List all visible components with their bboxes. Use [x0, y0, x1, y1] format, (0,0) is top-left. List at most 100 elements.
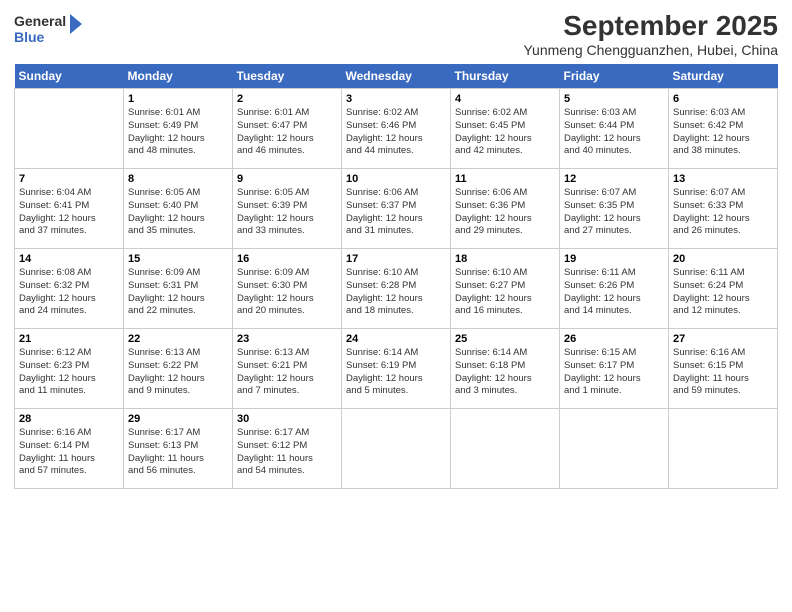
calendar-cell: 21 Sunrise: 6:12 AM Sunset: 6:23 PM Dayli…: [15, 329, 124, 409]
day-info: Sunrise: 6:13 AM Sunset: 6:21 PM Dayligh…: [237, 347, 337, 398]
calendar-cell: [560, 409, 669, 489]
calendar-cell: 16 Sunrise: 6:09 AM Sunset: 6:30 PM Dayli…: [233, 249, 342, 329]
calendar-cell: 13 Sunrise: 6:07 AM Sunset: 6:33 PM Dayli…: [669, 169, 778, 249]
weekday-header: Saturday: [669, 64, 778, 89]
calendar-cell: 28 Sunrise: 6:16 AM Sunset: 6:14 PM Dayli…: [15, 409, 124, 489]
day-number: 26: [564, 333, 664, 345]
calendar-cell: 30 Sunrise: 6:17 AM Sunset: 6:12 PM Dayli…: [233, 409, 342, 489]
weekday-header-row: SundayMondayTuesdayWednesdayThursdayFrid…: [15, 64, 778, 89]
day-number: 2: [237, 93, 337, 105]
day-info: Sunrise: 6:11 AM Sunset: 6:26 PM Dayligh…: [564, 267, 664, 318]
day-info: Sunrise: 6:02 AM Sunset: 6:46 PM Dayligh…: [346, 107, 446, 158]
weekday-header: Wednesday: [342, 64, 451, 89]
calendar-cell: 1 Sunrise: 6:01 AM Sunset: 6:49 PM Daylig…: [124, 89, 233, 169]
calendar-cell: 15Sunrise: 6:09 AM Sunset: 6:31 PM Dayli…: [124, 249, 233, 329]
day-info: Sunrise: 6:07 AM Sunset: 6:33 PM Dayligh…: [673, 187, 773, 238]
calendar-table: SundayMondayTuesdayWednesdayThursdayFrid…: [14, 64, 778, 489]
day-number: 22: [128, 333, 228, 345]
calendar-cell: 3 Sunrise: 6:02 AM Sunset: 6:46 PM Daylig…: [342, 89, 451, 169]
calendar-cell: 14 Sunrise: 6:08 AM Sunset: 6:32 PM Dayli…: [15, 249, 124, 329]
calendar-cell: 19 Sunrise: 6:11 AM Sunset: 6:26 PM Dayli…: [560, 249, 669, 329]
day-number: 17: [346, 253, 446, 265]
day-info: Sunrise: 6:05 AM Sunset: 6:39 PM Dayligh…: [237, 187, 337, 238]
page-title: September 2025: [523, 10, 778, 42]
page-subtitle: Yunmeng Chengguanzhen, Hubei, China: [523, 42, 778, 58]
day-info: Sunrise: 6:17 AM Sunset: 6:12 PM Dayligh…: [237, 427, 337, 478]
day-info: Sunrise: 6:12 AM Sunset: 6:23 PM Dayligh…: [19, 347, 119, 398]
day-info: Sunrise: 6:07 AM Sunset: 6:35 PM Dayligh…: [564, 187, 664, 238]
logo-svg: General Blue: [14, 10, 84, 48]
calendar-cell: 24 Sunrise: 6:14 AM Sunset: 6:19 PM Dayli…: [342, 329, 451, 409]
calendar-cell: 2Sunrise: 6:01 AM Sunset: 6:47 PM Daylig…: [233, 89, 342, 169]
day-number: 19: [564, 253, 664, 265]
day-info: Sunrise: 6:14 AM Sunset: 6:19 PM Dayligh…: [346, 347, 446, 398]
day-number: 24: [346, 333, 446, 345]
day-number: 5: [564, 93, 664, 105]
day-number: 8: [128, 173, 228, 185]
svg-text:General: General: [14, 13, 66, 29]
calendar-cell: 26 Sunrise: 6:15 AM Sunset: 6:17 PM Dayli…: [560, 329, 669, 409]
day-number: 28: [19, 413, 119, 425]
day-number: 13: [673, 173, 773, 185]
calendar-week-row: 28 Sunrise: 6:16 AM Sunset: 6:14 PM Dayli…: [15, 409, 778, 489]
calendar-cell: [15, 89, 124, 169]
svg-text:Blue: Blue: [14, 29, 45, 45]
weekday-header: Tuesday: [233, 64, 342, 89]
calendar-cell: 11 Sunrise: 6:06 AM Sunset: 6:36 PM Dayli…: [451, 169, 560, 249]
calendar-cell: 7Sunrise: 6:04 AM Sunset: 6:41 PM Daylig…: [15, 169, 124, 249]
calendar-cell: 12 Sunrise: 6:07 AM Sunset: 6:35 PM Dayli…: [560, 169, 669, 249]
day-number: 25: [455, 333, 555, 345]
day-info: Sunrise: 6:17 AM Sunset: 6:13 PM Dayligh…: [128, 427, 228, 478]
day-number: 11: [455, 173, 555, 185]
day-number: 20: [673, 253, 773, 265]
day-info: Sunrise: 6:09 AM Sunset: 6:31 PM Dayligh…: [128, 267, 228, 318]
day-number: 3: [346, 93, 446, 105]
day-info: Sunrise: 6:06 AM Sunset: 6:36 PM Dayligh…: [455, 187, 555, 238]
calendar-cell: 22Sunrise: 6:13 AM Sunset: 6:22 PM Dayli…: [124, 329, 233, 409]
day-number: 21: [19, 333, 119, 345]
calendar-week-row: 1 Sunrise: 6:01 AM Sunset: 6:49 PM Daylig…: [15, 89, 778, 169]
day-number: 30: [237, 413, 337, 425]
calendar-cell: 18 Sunrise: 6:10 AM Sunset: 6:27 PM Dayli…: [451, 249, 560, 329]
header: General Blue September 2025 Yunmeng Chen…: [14, 10, 778, 58]
weekday-header: Thursday: [451, 64, 560, 89]
calendar-cell: 10Sunrise: 6:06 AM Sunset: 6:37 PM Dayli…: [342, 169, 451, 249]
day-info: Sunrise: 6:02 AM Sunset: 6:45 PM Dayligh…: [455, 107, 555, 158]
day-number: 14: [19, 253, 119, 265]
title-block: September 2025 Yunmeng Chengguanzhen, Hu…: [523, 10, 778, 58]
day-info: Sunrise: 6:08 AM Sunset: 6:32 PM Dayligh…: [19, 267, 119, 318]
logo: General Blue: [14, 10, 84, 48]
day-info: Sunrise: 6:03 AM Sunset: 6:42 PM Dayligh…: [673, 107, 773, 158]
calendar-cell: 29 Sunrise: 6:17 AM Sunset: 6:13 PM Dayli…: [124, 409, 233, 489]
day-info: Sunrise: 6:03 AM Sunset: 6:44 PM Dayligh…: [564, 107, 664, 158]
day-info: Sunrise: 6:09 AM Sunset: 6:30 PM Dayligh…: [237, 267, 337, 318]
day-info: Sunrise: 6:01 AM Sunset: 6:49 PM Dayligh…: [128, 107, 228, 158]
weekday-header: Friday: [560, 64, 669, 89]
calendar-cell: 6 Sunrise: 6:03 AM Sunset: 6:42 PM Daylig…: [669, 89, 778, 169]
day-number: 6: [673, 93, 773, 105]
calendar-cell: 4Sunrise: 6:02 AM Sunset: 6:45 PM Daylig…: [451, 89, 560, 169]
calendar-cell: [669, 409, 778, 489]
day-number: 16: [237, 253, 337, 265]
day-number: 18: [455, 253, 555, 265]
calendar-cell: [342, 409, 451, 489]
calendar-cell: 17 Sunrise: 6:10 AM Sunset: 6:28 PM Dayli…: [342, 249, 451, 329]
day-info: Sunrise: 6:16 AM Sunset: 6:14 PM Dayligh…: [19, 427, 119, 478]
calendar-cell: 27Sunrise: 6:16 AM Sunset: 6:15 PM Dayli…: [669, 329, 778, 409]
day-info: Sunrise: 6:14 AM Sunset: 6:18 PM Dayligh…: [455, 347, 555, 398]
day-info: Sunrise: 6:15 AM Sunset: 6:17 PM Dayligh…: [564, 347, 664, 398]
day-info: Sunrise: 6:05 AM Sunset: 6:40 PM Dayligh…: [128, 187, 228, 238]
day-info: Sunrise: 6:10 AM Sunset: 6:27 PM Dayligh…: [455, 267, 555, 318]
day-info: Sunrise: 6:10 AM Sunset: 6:28 PM Dayligh…: [346, 267, 446, 318]
calendar-cell: 25 Sunrise: 6:14 AM Sunset: 6:18 PM Dayli…: [451, 329, 560, 409]
day-info: Sunrise: 6:16 AM Sunset: 6:15 PM Dayligh…: [673, 347, 773, 398]
day-number: 12: [564, 173, 664, 185]
calendar-cell: 9Sunrise: 6:05 AM Sunset: 6:39 PM Daylig…: [233, 169, 342, 249]
calendar-cell: 20 Sunrise: 6:11 AM Sunset: 6:24 PM Dayli…: [669, 249, 778, 329]
calendar-cell: 5 Sunrise: 6:03 AM Sunset: 6:44 PM Daylig…: [560, 89, 669, 169]
day-number: 10: [346, 173, 446, 185]
day-number: 1: [128, 93, 228, 105]
calendar-cell: 23Sunrise: 6:13 AM Sunset: 6:21 PM Dayli…: [233, 329, 342, 409]
day-info: Sunrise: 6:11 AM Sunset: 6:24 PM Dayligh…: [673, 267, 773, 318]
day-number: 29: [128, 413, 228, 425]
